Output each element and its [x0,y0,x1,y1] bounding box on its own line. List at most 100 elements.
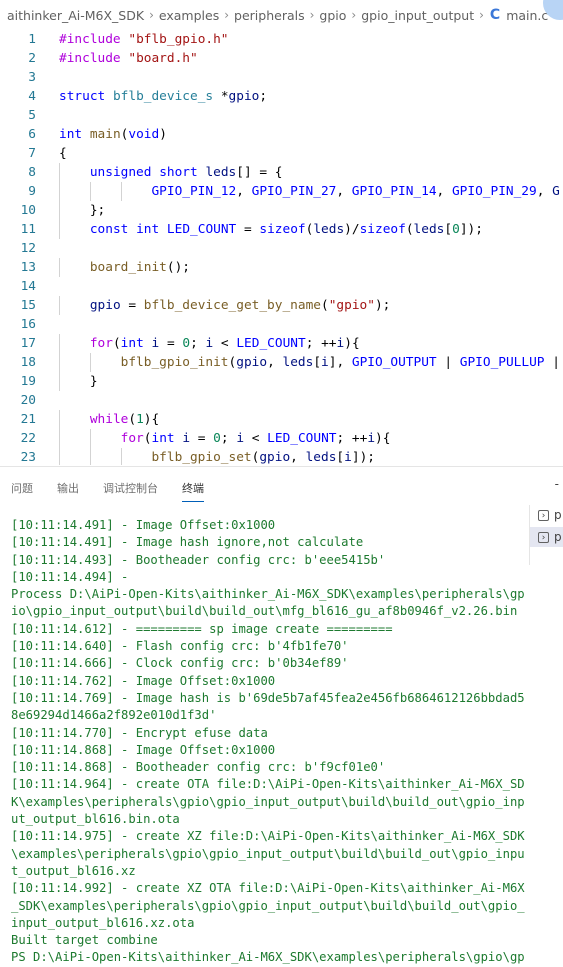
terminal-icon: › [538,509,549,521]
breadcrumb-item-examples[interactable]: examples [159,8,219,23]
code-line[interactable]: 23 bflb_gpio_set(gpio, leds[i]); [0,448,563,465]
code-line[interactable]: 14 [0,277,563,296]
code-line[interactable]: 21 while(1){ [0,410,563,429]
terminal-output[interactable]: [10:11:14.491] - Image Offset:0x1000 [10:… [11,517,525,967]
breadcrumb-item-sdk[interactable]: aithinker_Ai-M6X_SDK [7,8,144,23]
breadcrumb: aithinker_Ai-M6X_SDK › examples › periph… [0,0,563,30]
terminal-line: Process D:\AiPi-Open-Kits\aithinker_Ai-M… [11,587,525,602]
line-number: 22 [20,431,36,446]
terminal-list-item[interactable]: › p [530,527,563,547]
code-editor[interactable]: 1 #include "bflb_gpio.h" 2 #include "board.… [0,30,563,465]
terminal-line: K\examples\peripherals\gpio\gpio_input_o… [11,794,525,809]
panel-more-button[interactable]: - [555,477,559,491]
terminal-line: [10:11:14.975] - create XZ file:D:\AiPi-… [11,829,525,844]
terminal-icon: › [538,531,549,543]
terminal-line: [10:11:14.640] - Flash config crc: b'4fb… [11,639,349,654]
terminal-line: 8e69294d1466a2f892e010d1f3d' [11,708,217,723]
line-number: 8 [28,165,36,180]
code-line[interactable]: 5 [0,106,563,125]
line-number: 11 [20,222,36,237]
line-number: 3 [28,70,36,85]
line-number: 15 [20,298,36,313]
code-text: gpio = bflb_device_get_by_name("gpio"); [89,298,391,313]
bottom-panel: 问题 输出 调试控制台 终端 - › p › p [10:11:14.491] … [0,466,563,964]
terminal-line: [10:11:14.770] - Encrypt efuse data [11,725,268,740]
chevron-right-icon: › [149,8,154,22]
code-line[interactable]: 9 GPIO_PIN_12, GPIO_PIN_27, GPIO_PIN_14,… [0,182,563,201]
tab-terminal[interactable]: 终端 [182,481,204,502]
line-number: 19 [20,374,36,389]
code-line[interactable]: 8 unsigned short leds[] = { [0,163,563,182]
terminal-line: input_output_bl616.xz.ota [11,915,195,930]
breadcrumb-item-peripherals[interactable]: peripherals [234,8,305,23]
line-number: 9 [28,184,36,199]
code-line[interactable]: 22 for(int i = 0; i < LED_COUNT; ++i){ [0,429,563,448]
code-text: struct bflb_device_s *gpio; [59,89,268,104]
code-line[interactable]: 13 board_init(); [0,258,563,277]
code-text: const int LED_COUNT = sizeof(leds)/sizeo… [89,222,483,237]
chevron-right-icon: › [351,8,357,22]
code-line[interactable]: 4 struct bflb_device_s *gpio; [0,87,563,106]
line-number: 12 [20,241,36,256]
terminal-line: [10:11:14.868] - Image Offset:0x1000 [11,742,276,757]
line-number: 7 [28,146,36,161]
line-number: 18 [20,355,36,370]
code-text: for(int i = 0; i < LED_COUNT; ++i){ [89,336,360,351]
terminal-line: ut_output_bl616.bin.ota [11,812,180,827]
code-line[interactable]: 1 #include "bflb_gpio.h" [0,30,563,49]
line-number: 16 [20,317,36,332]
tab-output[interactable]: 输出 [57,481,79,501]
line-number: 14 [20,279,36,294]
line-number: 1 [28,32,36,47]
code-text: }; [59,203,106,218]
code-text: unsigned short leds[] = { [89,165,283,180]
code-line[interactable]: 6 int main(void) [0,125,563,144]
code-text: GPIO_PIN_12, GPIO_PIN_27, GPIO_PIN_14, G… [151,184,560,199]
code-text: int main(void) [59,127,167,142]
code-line[interactable]: 15 gpio = bflb_device_get_by_name("gpio"… [0,296,563,315]
code-line[interactable]: 2 #include "board.h" [0,49,563,68]
chevron-right-icon: › [224,8,230,22]
terminal-line: [10:11:14.666] - Clock config crc: b'0b3… [11,656,349,671]
line-number: 13 [20,260,36,275]
terminal-line: [10:11:14.491] - Image Offset:0x1000 [11,518,276,532]
terminal-line: io\gpio_input_output\build\build_out\mfg… [11,604,518,619]
terminal-line: [10:11:14.494] - [11,569,129,584]
tab-problems[interactable]: 问题 [11,481,33,501]
terminal-line: [10:11:14.769] - Image hash is b'69de5b7… [11,690,525,705]
code-line[interactable]: 3 [0,68,563,87]
terminal-list-item[interactable]: › p [530,505,563,525]
terminal-line: Built target combine [11,933,158,948]
line-number: 21 [20,412,36,427]
terminal-line: \examples\peripherals\gpio\gpio_input_ou… [11,846,525,861]
code-line[interactable]: 17 for(int i = 0; i < LED_COUNT; ++i){ [0,334,563,353]
terminal-line: PS D:\AiPi-Open-Kits\aithinker_Ai-M6X_SD… [11,950,525,965]
code-line[interactable]: 19 } [0,372,563,391]
code-line[interactable]: 18 bflb_gpio_init(gpio, leds[i], GPIO_OU… [0,353,563,372]
terminal-line: _SDK\examples\peripherals\gpio\gpio_inpu… [11,898,525,913]
terminal-list: › p › p [529,505,563,565]
code-line[interactable]: 20 [0,391,563,410]
terminal-line: [10:11:14.491] - Image hash ignore,not c… [11,535,364,550]
code-text: } [59,374,98,389]
code-text: while(1){ [89,412,160,427]
code-line[interactable]: 16 [0,315,563,334]
code-line[interactable]: 11 const int LED_COUNT = sizeof(leds)/si… [0,220,563,239]
terminal-line: [10:11:14.964] - create OTA file:D:\AiPi… [11,777,525,792]
code-text: bflb_gpio_set(gpio, leds[i]); [151,450,375,465]
terminal-line: [10:11:14.762] - Image Offset:0x1000 [11,673,276,688]
line-number: 4 [28,89,36,104]
terminal-line: t_output_bl616.xz [11,863,136,878]
line-number: 5 [28,108,36,123]
terminal-line: [10:11:14.493] - Bootheader config crc: … [11,552,386,567]
code-line[interactable]: 12 [0,239,563,258]
breadcrumb-item-gpio[interactable]: gpio [319,8,346,23]
code-line[interactable]: 10 }; [0,201,563,220]
line-number: 2 [28,51,36,66]
breadcrumb-item-file[interactable]: main.c [506,8,548,23]
tab-debug-console[interactable]: 调试控制台 [103,481,158,501]
code-text: for(int i = 0; i < LED_COUNT; ++i){ [120,431,391,446]
breadcrumb-item-gpio-input-output[interactable]: gpio_input_output [361,8,474,23]
line-number: 10 [20,203,36,218]
code-line[interactable]: 7{ [0,144,563,163]
